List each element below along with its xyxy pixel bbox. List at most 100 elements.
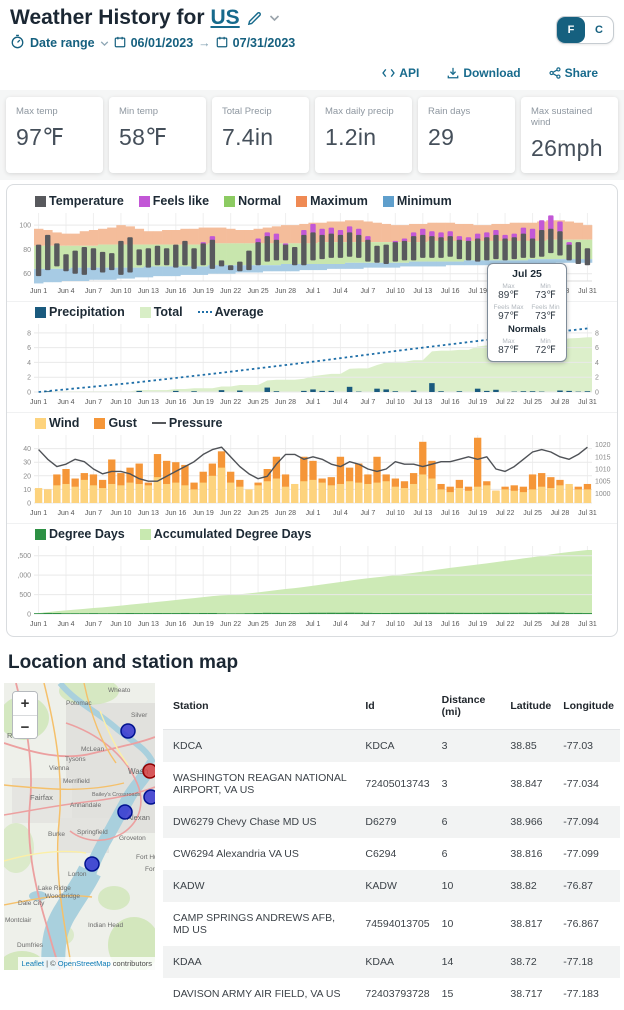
station-marker-blue[interactable]: [118, 805, 132, 819]
api-link[interactable]: API: [382, 66, 419, 80]
legend-item-gust[interactable]: Gust: [94, 416, 136, 430]
legend-item-average[interactable]: Average: [198, 305, 264, 319]
svg-text:Jul 7: Jul 7: [360, 288, 375, 295]
legend-item-total[interactable]: Total: [140, 305, 183, 319]
date-range-label[interactable]: Date range: [30, 36, 95, 50]
legend-label: Normal: [238, 194, 281, 208]
date-range-chevron-icon[interactable]: [100, 36, 109, 50]
svg-text:Jul 16: Jul 16: [441, 510, 460, 517]
map-place-label: Bailey's Crossroads: [92, 792, 141, 798]
station-row-1[interactable]: WASHINGTON REAGAN NATIONAL AIRPORT, VA U…: [163, 762, 620, 806]
station-cell: D6279: [359, 806, 435, 838]
station-row-0[interactable]: KDCAKDCA338.85-77.03: [163, 730, 620, 763]
column-header-station[interactable]: Station: [163, 683, 359, 730]
column-header-distance-mi-[interactable]: Distance (mi): [436, 683, 505, 730]
station-row-7[interactable]: DAVISON ARMY AIR FIELD, VA US72403793728…: [163, 978, 620, 1010]
calendar-icon: [114, 36, 126, 51]
svg-text:Jul 25: Jul 25: [523, 510, 542, 517]
station-cell: -76.87: [557, 870, 620, 902]
station-cell: 38.847: [504, 762, 557, 806]
map-zoom-in-button[interactable]: +: [13, 692, 37, 715]
station-marker-blue[interactable]: [144, 790, 155, 804]
map-place-label: Lorton: [68, 871, 87, 878]
legend-item-temperature[interactable]: Temperature: [35, 194, 124, 208]
station-cell: 38.816: [504, 838, 557, 870]
svg-text:Jun 10: Jun 10: [110, 621, 131, 628]
svg-text:Jun 19: Jun 19: [193, 399, 214, 406]
column-header-id[interactable]: Id: [359, 683, 435, 730]
legend-item-feels-like[interactable]: Feels like: [139, 194, 209, 208]
svg-text:4: 4: [27, 360, 31, 367]
map-place-label: Merrifield: [63, 778, 90, 785]
stat-card-5: Max sustained wind26mph: [521, 97, 618, 173]
degree_days-plot[interactable]: Jun 1Jun 4Jun 7Jun 10Jun 13Jun 16Jun 19J…: [8, 541, 618, 629]
station-row-4[interactable]: KADWKADW1038.82-76.87: [163, 870, 620, 902]
station-cell: 15: [436, 978, 505, 1010]
legend-item-wind[interactable]: Wind: [35, 416, 79, 430]
legend-item-normal[interactable]: Normal: [224, 194, 281, 208]
svg-text:Jun 22: Jun 22: [220, 510, 241, 517]
map-place-label: Silver: [131, 712, 148, 719]
legend-item-maximum[interactable]: Maximum: [296, 194, 368, 208]
edit-location-icon[interactable]: [246, 10, 263, 27]
station-row-2[interactable]: DW6279 Chevy Chase MD USD6279638.966-77.…: [163, 806, 620, 838]
legend-swatch: [198, 311, 212, 313]
station-row-5[interactable]: CAMP SPRINGS ANDREWS AFB, MD US745940137…: [163, 902, 620, 946]
station-marker-blue[interactable]: [85, 857, 99, 871]
stat-value: 1.2in: [325, 124, 402, 151]
legend-item-minimum[interactable]: Minimum: [383, 194, 452, 208]
legend-item-precipitation[interactable]: Precipitation: [35, 305, 125, 319]
station-cell: 38.966: [504, 806, 557, 838]
station-row-3[interactable]: CW6294 Alexandria VA USC6294638.816-77.0…: [163, 838, 620, 870]
date-range-row: Date range 06/01/2023 → 07/31/2023: [10, 34, 614, 52]
map-place-label: Lake Ridge: [38, 885, 71, 892]
station-marker-blue[interactable]: [121, 724, 135, 738]
legend-item-pressure[interactable]: Pressure: [152, 416, 223, 430]
station-cell: CW6294 Alexandria VA US: [163, 838, 359, 870]
svg-text:Jul 13: Jul 13: [413, 399, 432, 406]
svg-text:Jul 31: Jul 31: [578, 621, 597, 628]
download-link[interactable]: Download: [447, 66, 520, 80]
column-header-longitude[interactable]: Longitude: [557, 683, 620, 730]
station-cell: WASHINGTON REAGAN NATIONAL AIRPORT, VA U…: [163, 762, 359, 806]
column-header-latitude[interactable]: Latitude: [504, 683, 557, 730]
start-date[interactable]: 06/01/2023: [131, 36, 194, 50]
map-zoom-out-button[interactable]: −: [13, 715, 37, 738]
svg-text:1010: 1010: [595, 467, 611, 474]
unit-f-button[interactable]: F: [557, 17, 585, 43]
svg-text:Jul 16: Jul 16: [441, 288, 460, 295]
wind-plot[interactable]: Jun 1Jun 4Jun 7Jun 10Jun 13Jun 16Jun 19J…: [8, 430, 618, 518]
station-row-6[interactable]: KDAAKDAA1438.72-77.18: [163, 946, 620, 978]
station-marker-red[interactable]: [143, 764, 155, 778]
svg-text:Jun 4: Jun 4: [57, 621, 74, 628]
location-link[interactable]: US: [211, 6, 240, 30]
tooltip-feels-max: 97℉: [490, 311, 527, 322]
stat-label: Total Precip: [222, 106, 299, 117]
stat-card-3: Max daily precip1.2in: [315, 97, 412, 173]
svg-text:Jun 1: Jun 1: [30, 399, 47, 406]
legend-item-accumulated-degree-days[interactable]: Accumulated Degree Days: [140, 527, 312, 541]
osm-link[interactable]: OpenStreetMap: [58, 959, 111, 968]
station-map[interactable]: WheatoPotomacSilverRestonMcLeanTysonsVie…: [4, 683, 155, 970]
code-icon: [382, 68, 395, 78]
station-cell: KDAA: [359, 946, 435, 978]
legend-label: Temperature: [49, 194, 124, 208]
svg-text:1015: 1015: [595, 454, 611, 461]
share-link[interactable]: Share: [549, 66, 598, 80]
legend-label: Maximum: [310, 194, 368, 208]
svg-text:1000: 1000: [595, 491, 611, 498]
leaflet-link[interactable]: Leaflet: [22, 959, 45, 968]
location-chevron-icon[interactable]: [269, 9, 280, 27]
station-cell: 6: [436, 806, 505, 838]
svg-text:Jul 28: Jul 28: [551, 510, 570, 517]
svg-text:Jun 28: Jun 28: [275, 399, 296, 406]
legend-swatch: [94, 418, 105, 429]
legend-item-degree-days[interactable]: Degree Days: [35, 527, 125, 541]
chart-tooltip: Jul 25 Max Min 89℉ 73℉ Feels Max Feels M…: [487, 263, 567, 362]
end-date[interactable]: 07/31/2023: [233, 36, 296, 50]
station-cell: 38.817: [504, 902, 557, 946]
svg-text:Jul 1: Jul 1: [306, 399, 321, 406]
map-place-label: McLean: [81, 746, 105, 753]
svg-text:1005: 1005: [595, 479, 611, 486]
unit-c-button[interactable]: C: [585, 17, 613, 43]
